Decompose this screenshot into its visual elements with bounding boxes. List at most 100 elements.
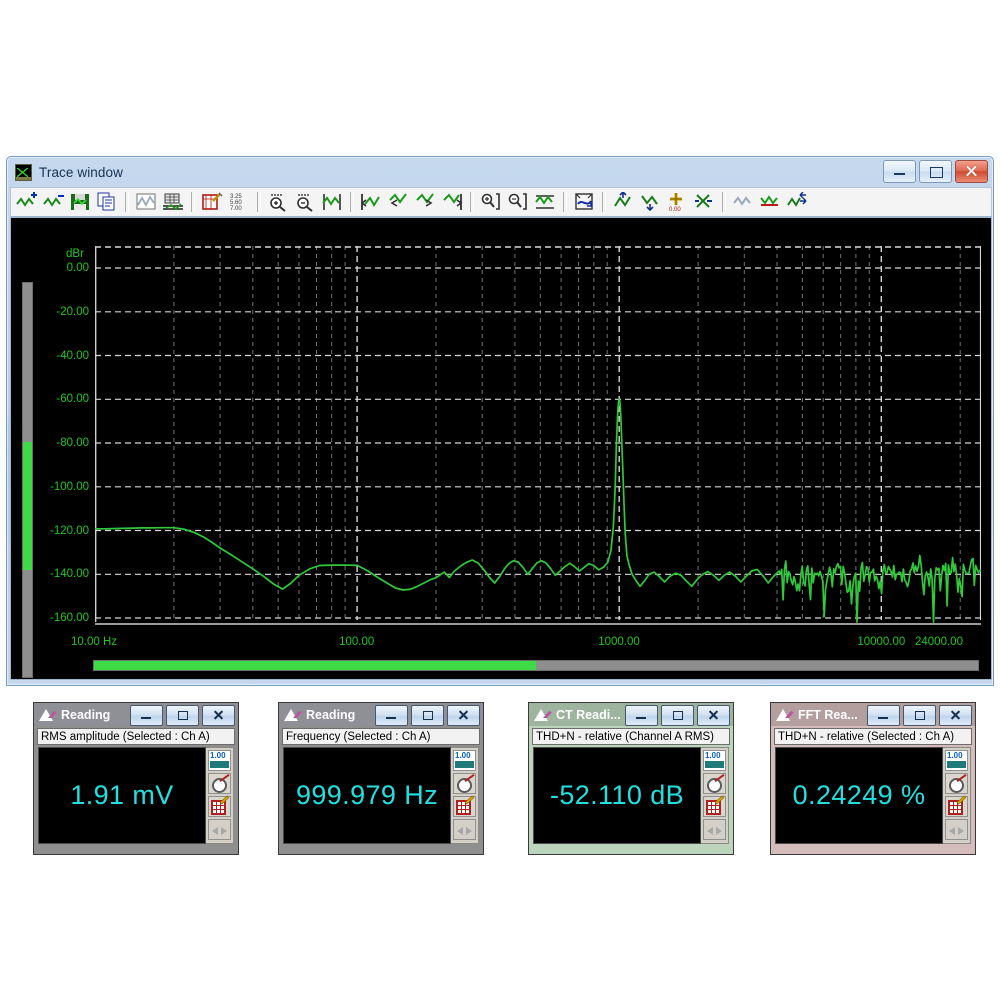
target-settings-icon[interactable] (453, 773, 476, 794)
x-axis-tick-label: 24000.00 (915, 636, 963, 648)
prev-next-arrows-icon[interactable] (208, 819, 231, 840)
cursor-home-icon[interactable] (359, 189, 384, 215)
toolbar-separator (350, 192, 354, 212)
reading-maximize-button[interactable] (903, 705, 936, 726)
reading-close-button[interactable] (939, 705, 972, 726)
zoom-in-icon[interactable] (266, 189, 291, 215)
reading-measurement-label[interactable]: RMS amplitude (Selected : Ch A) (37, 728, 235, 745)
numeric-format-icon[interactable] (208, 750, 231, 771)
add-trace-icon[interactable] (14, 189, 39, 215)
maximize-button[interactable] (919, 160, 952, 183)
data-table-icon[interactable] (703, 796, 726, 817)
prev-next-arrows-icon[interactable] (945, 819, 968, 840)
reading-panel-icon (534, 708, 551, 721)
data-table-icon[interactable] (945, 796, 968, 817)
reading-body: 0.24249 % (775, 747, 971, 844)
window-title: Trace window (39, 164, 123, 180)
x-axis-tick-label: 10.00 Hz (71, 636, 118, 648)
reading-side-toolbar (206, 747, 234, 844)
reading-value: 1.91 mV (38, 747, 206, 844)
graph-area[interactable]: dBr 0.00 -20.00 -40.00 -60.00 -80.00 -100.00-… (10, 217, 992, 680)
peak-down-icon[interactable] (638, 189, 663, 215)
numeric-format-icon[interactable] (703, 750, 726, 771)
horizontal-scrollbar[interactable] (93, 660, 979, 671)
save-trace-icon[interactable] (68, 189, 93, 215)
edit-notes-icon[interactable] (200, 189, 225, 215)
copy-icon[interactable] (95, 189, 120, 215)
reading-maximize-button[interactable] (411, 705, 444, 726)
reading-minimize-button[interactable] (375, 705, 408, 726)
toolbar-separator (470, 192, 474, 212)
delta-cursor-icon[interactable] (692, 189, 717, 215)
reading-panel-title: Reading (61, 707, 111, 722)
data-table-icon[interactable] (208, 796, 231, 817)
data-editor-icon[interactable] (161, 189, 186, 215)
toolbar-separator (602, 192, 606, 212)
reading-measurement-label[interactable]: THD+N - relative (Channel A RMS) (532, 728, 730, 745)
trace-red-icon[interactable] (758, 189, 783, 215)
close-button[interactable] (955, 160, 988, 183)
y-axis-tick-label: -60.00 (56, 393, 89, 406)
sweep-settings-icon[interactable] (572, 189, 597, 215)
y-axis-tick-label: -120.00 (49, 524, 89, 537)
reading-panel-titlebar[interactable]: Reading (34, 703, 238, 726)
target-settings-icon[interactable] (703, 773, 726, 794)
reading-minimize-button[interactable] (130, 705, 163, 726)
prev-next-arrows-icon[interactable] (453, 819, 476, 840)
minimize-button[interactable] (883, 160, 916, 183)
reading-close-button[interactable] (447, 705, 480, 726)
trace-compare-icon[interactable] (785, 189, 810, 215)
reading-maximize-button[interactable] (661, 705, 694, 726)
cursor-left-icon[interactable] (386, 189, 411, 215)
reading-side-toolbar (701, 747, 729, 844)
cursor-end-icon[interactable] (440, 189, 465, 215)
toolbar-separator (191, 192, 195, 212)
x-axis-tick-label: 100.00 (339, 636, 375, 648)
y-axis-tick-label: 0.00 (66, 262, 89, 274)
reading-panel-title: CT Readi... (556, 707, 621, 722)
crosshair-readout-icon[interactable]: 0.00 (665, 189, 690, 215)
reading-side-toolbar (943, 747, 971, 844)
reading-panel-icon (776, 708, 793, 721)
y-axis-tick-label: -20.00 (56, 305, 89, 318)
numeric-format-icon[interactable] (945, 750, 968, 771)
reading-body: 1.91 mV (38, 747, 234, 844)
remove-trace-icon[interactable] (41, 189, 66, 215)
reading-measurement-label[interactable]: THD+N - relative (Selected : Ch A) (774, 728, 972, 745)
reading-close-button[interactable] (697, 705, 730, 726)
reading-panel-titlebar[interactable]: CT Readi... (529, 703, 733, 726)
reading-value: 999.979 Hz (283, 747, 451, 844)
target-settings-icon[interactable] (945, 773, 968, 794)
toolbar-separator (125, 192, 129, 212)
toolbar-separator (563, 192, 567, 212)
autoscale-icon[interactable] (320, 189, 345, 215)
reading-panel-titlebar[interactable]: FFT Rea... (771, 703, 975, 726)
reading-panel: Reading Frequency (Selected : Ch A) 999.… (278, 702, 484, 855)
reading-minimize-button[interactable] (625, 705, 658, 726)
trace-gray-icon[interactable] (731, 189, 756, 215)
y-axis-tick-label: -140.00 (49, 568, 89, 581)
trace-window-titlebar[interactable]: Trace window (7, 157, 993, 187)
data-table-icon[interactable] (453, 796, 476, 817)
horizontal-scrollbar-thumb[interactable] (94, 661, 536, 670)
graph-view-icon[interactable] (134, 189, 159, 215)
numeric-readout-icon[interactable]: 3.25 5.60 7.00 (227, 189, 252, 215)
target-settings-icon[interactable] (208, 773, 231, 794)
reading-measurement-label[interactable]: Frequency (Selected : Ch A) (282, 728, 480, 745)
numeric-format-icon[interactable] (453, 750, 476, 771)
reading-panel-title: Reading (306, 707, 356, 722)
reading-close-button[interactable] (202, 705, 235, 726)
peak-up-icon[interactable] (611, 189, 636, 215)
zoom-right-limit-icon[interactable] (506, 189, 531, 215)
reading-minimize-button[interactable] (867, 705, 900, 726)
cursor-right-icon[interactable] (413, 189, 438, 215)
reading-panel-titlebar[interactable]: Reading (279, 703, 483, 726)
zoom-out-icon[interactable] (293, 189, 318, 215)
reading-panel-icon (284, 708, 301, 721)
window-controls (883, 160, 988, 183)
zoom-left-limit-icon[interactable] (479, 189, 504, 215)
y-axis-tick-label: -80.00 (56, 437, 89, 449)
reading-maximize-button[interactable] (166, 705, 199, 726)
show-trace-icon[interactable] (533, 189, 558, 215)
prev-next-arrows-icon[interactable] (703, 819, 726, 840)
